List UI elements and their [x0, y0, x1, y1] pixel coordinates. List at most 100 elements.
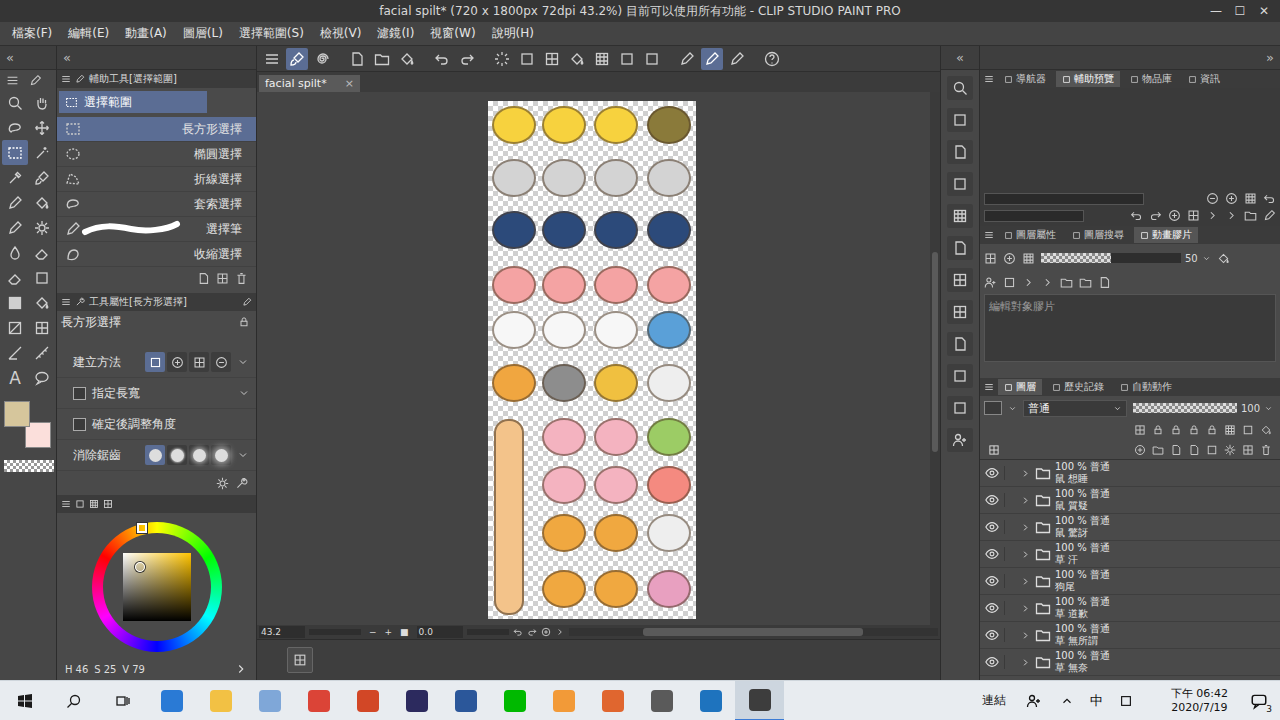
saturation-value-square[interactable]	[123, 553, 191, 621]
app-icon[interactable]	[602, 690, 624, 712]
layer-row[interactable]: 100 % 普通草 無奈	[980, 649, 1280, 676]
square-icon[interactable]	[34, 270, 50, 286]
tool-button[interactable]	[2, 90, 28, 115]
subtool-label[interactable]: 橢圓選擇	[194, 146, 242, 163]
dropper-icon[interactable]	[7, 170, 23, 186]
expand-icon[interactable]	[1020, 549, 1031, 560]
bucket-icon[interactable]	[399, 51, 415, 67]
folder-icon[interactable]	[374, 51, 390, 67]
rotate-left-icon[interactable]	[513, 627, 523, 637]
toolbar-button[interactable]	[516, 48, 538, 70]
people-icon[interactable]	[1026, 693, 1042, 709]
square-icon[interactable]	[644, 51, 660, 67]
bucket-icon[interactable]	[1260, 424, 1272, 436]
layer-name[interactable]: 狗尾	[1055, 581, 1110, 593]
spinner-icon[interactable]	[1264, 404, 1273, 413]
grid-icon[interactable]	[1022, 252, 1035, 265]
eye-icon[interactable]	[985, 520, 999, 534]
pen-icon[interactable]	[679, 51, 695, 67]
square-icon[interactable]	[952, 112, 968, 128]
tab-label[interactable]: 物品庫	[1142, 72, 1172, 86]
toolbar-button[interactable]	[371, 48, 393, 70]
document-tab[interactable]: facial spilt*×	[259, 75, 360, 92]
tool-button[interactable]	[2, 265, 28, 290]
color-wheel-tab-icon[interactable]	[75, 499, 85, 509]
maximize-button[interactable]: ☐	[1228, 4, 1252, 18]
pen-icon[interactable]	[704, 51, 720, 67]
main-color-swatch[interactable]	[4, 401, 30, 427]
group-label[interactable]: 選擇範圍	[84, 94, 132, 111]
tool-button[interactable]: A	[2, 365, 28, 390]
subtool-item[interactable]: 選擇筆	[57, 217, 256, 242]
app-icon[interactable]	[553, 690, 575, 712]
doc-icon[interactable]	[1098, 276, 1111, 289]
subtool-label[interactable]: 套索選擇	[194, 196, 242, 213]
app-icon[interactable]	[210, 690, 232, 712]
tool-button[interactable]	[29, 165, 55, 190]
app-icon[interactable]	[455, 690, 477, 712]
toolbar-button[interactable]	[676, 48, 698, 70]
hsv-value[interactable]: 25	[104, 664, 117, 675]
frame-icon[interactable]	[952, 272, 968, 288]
slider-track[interactable]	[1041, 253, 1181, 263]
lasso-icon[interactable]	[7, 120, 23, 136]
menu-item[interactable]: 濾鏡(I)	[369, 23, 422, 44]
eraser-icon[interactable]	[34, 245, 50, 261]
square-icon[interactable]	[619, 51, 635, 67]
blend-mode-dropdown[interactable]: 普通	[1023, 400, 1127, 417]
subtool-item[interactable]: 橢圓選擇	[57, 142, 256, 167]
color-set-tab-icon[interactable]	[89, 499, 99, 509]
subtool-item[interactable]: 長方形選擇	[57, 117, 256, 142]
app-icon[interactable]	[161, 690, 183, 712]
doc-icon[interactable]	[1170, 444, 1182, 456]
app-icon[interactable]	[700, 690, 722, 712]
toolbar-button[interactable]	[701, 48, 723, 70]
folder-icon[interactable]	[1079, 276, 1092, 289]
flip-icon[interactable]	[555, 627, 565, 637]
square-icon[interactable]	[952, 368, 968, 384]
option-button[interactable]	[167, 445, 187, 465]
menu-item[interactable]: 視窗(W)	[422, 23, 483, 44]
panel-tab[interactable]: 圖層屬性	[998, 227, 1062, 243]
pen-icon[interactable]	[29, 74, 42, 87]
taskbar-app[interactable]	[441, 681, 490, 720]
option-button[interactable]	[167, 352, 187, 372]
option-button[interactable]	[189, 445, 209, 465]
layer-row[interactable]: 100 % 普通鼠 想睡	[980, 460, 1280, 487]
eye-icon[interactable]	[985, 601, 999, 615]
tab-label[interactable]: 輔助預覽	[1074, 72, 1114, 86]
zoom-icon[interactable]	[7, 95, 23, 111]
taskbar-app[interactable]	[637, 681, 686, 720]
tool-button[interactable]	[29, 240, 55, 265]
panel-tab[interactable]: 自動動作	[1114, 379, 1178, 395]
slider-value[interactable]: 100	[1241, 403, 1260, 414]
square-icon[interactable]	[1242, 424, 1254, 436]
menu-item[interactable]: 編輯(E)	[60, 23, 117, 44]
expand-icon[interactable]	[1020, 630, 1031, 641]
lock-icon[interactable]	[1188, 424, 1200, 436]
rotate-right-icon[interactable]	[527, 627, 537, 637]
doc-icon[interactable]	[952, 336, 968, 352]
square-icon[interactable]	[1206, 444, 1218, 456]
taskbar-app[interactable]	[735, 681, 784, 720]
layer-name[interactable]: 鼠 驚訝	[1055, 527, 1110, 539]
tool-button[interactable]	[29, 290, 55, 315]
frame-icon[interactable]	[544, 51, 560, 67]
toolbar-button[interactable]	[591, 48, 613, 70]
gear-icon[interactable]	[216, 477, 229, 490]
pen-icon[interactable]	[729, 51, 745, 67]
toolbar-button[interactable]	[431, 48, 453, 70]
panel-tab[interactable]: 導航器	[998, 71, 1052, 87]
frame-icon[interactable]	[1242, 444, 1254, 456]
menu-icon[interactable]	[61, 74, 71, 84]
toolbar-button[interactable]	[396, 48, 418, 70]
menu-item[interactable]: 選擇範圍(S)	[231, 23, 312, 44]
square-icon[interactable]	[1003, 276, 1016, 289]
tab-label[interactable]: 歷史記錄	[1064, 380, 1104, 394]
angle-slider[interactable]	[467, 629, 509, 635]
layer-name[interactable]: 草 無奈	[1055, 662, 1110, 674]
chev-icon[interactable]	[1022, 276, 1035, 289]
transparent-swatch[interactable]	[4, 460, 54, 472]
dropdown-icon[interactable]	[1113, 404, 1122, 413]
ruler-icon[interactable]	[34, 345, 50, 361]
